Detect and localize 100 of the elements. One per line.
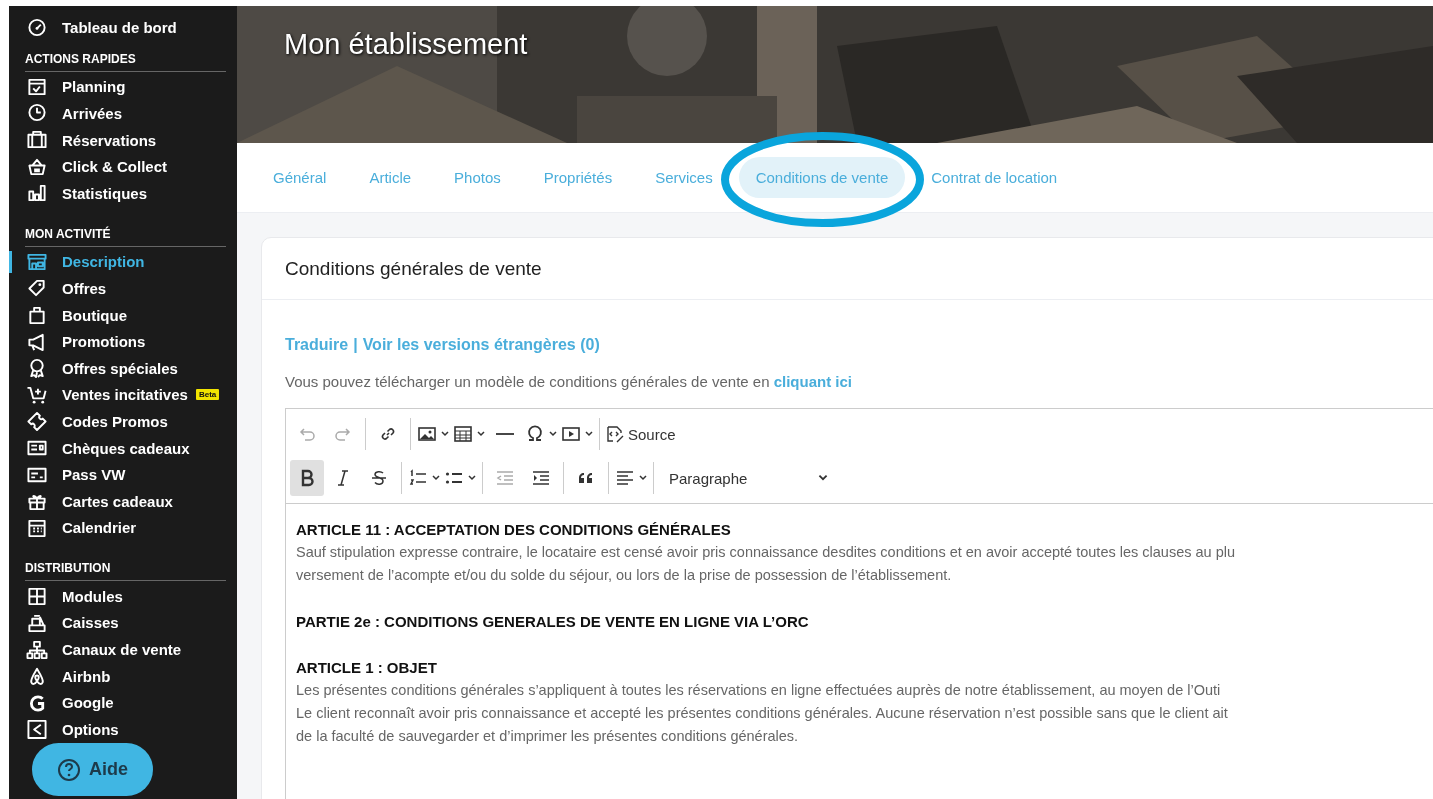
sidebar-item[interactable]: Description — [9, 248, 237, 276]
horizontal-line-icon — [496, 433, 514, 435]
item-label: Offres — [62, 279, 107, 297]
beta-badge: Beta — [195, 389, 220, 401]
source-icon — [605, 424, 625, 444]
image-icon — [416, 424, 437, 444]
item-label: Offres spéciales — [62, 359, 178, 377]
card-title: Conditions générales de vente — [285, 257, 542, 280]
section-heading: MON ACTIVITÉ — [25, 226, 226, 247]
article-heading: ARTICLE 1 : OBJET — [296, 658, 438, 678]
paragraph-line: de la faculté de sauvegarder et d’imprimer les présentes conditions générales. — [296, 727, 800, 746]
heading-dropdown[interactable]: Paragraphe — [659, 460, 840, 496]
section-heading: DISTRIBUTION — [25, 561, 226, 582]
section-heading: ACTIONS RAPIDES — [25, 51, 226, 72]
item-label: Réservations — [62, 131, 157, 149]
help-button[interactable]: Aide — [32, 743, 153, 796]
paragraph-line: Les présentes conditions générales s’appliquent à toutes les réservations en ligne effectuées auprès de notre établissement, au moyen de l’Outi — [296, 681, 1222, 700]
intro-text: Vous pouvez télécharger un modèle de conditions générales de vente en cliquant ici — [285, 373, 854, 390]
caret-icon — [466, 473, 477, 483]
caret-icon — [583, 429, 594, 439]
calendar-icon — [26, 517, 48, 538]
sidebar-item[interactable]: Canaux de vente — [9, 636, 237, 663]
sidebar-item[interactable]: Chèques cadeaux — [9, 434, 237, 462]
sidebar-item[interactable]: Modules — [9, 583, 237, 610]
item-label: Ventes incitatives — [62, 386, 188, 404]
item-label: Modules — [62, 587, 123, 605]
item-label: Airbnb — [62, 667, 111, 685]
sidebar-item[interactable]: Pass VW — [9, 461, 237, 488]
sidebar-item[interactable]: Réservations — [9, 126, 237, 154]
sidebar-item[interactable]: Statistiques — [9, 179, 237, 207]
suitcase-icon — [26, 130, 48, 151]
sidebar-item[interactable]: Click & Collect — [9, 153, 237, 180]
item-label: Planning — [62, 78, 126, 96]
share-icon — [26, 719, 48, 740]
tag-icon — [26, 278, 48, 299]
outdent-icon — [495, 468, 515, 488]
sidebar-item[interactable]: Arrivées — [9, 100, 237, 127]
item-label: Tableau de bord — [62, 18, 177, 36]
basket-icon — [26, 156, 48, 177]
paragraph-line: versement de l’acompte et/ou du solde du séjour, ou lors de la prise de possession de l’établissement. — [296, 566, 953, 585]
link-separator: | — [353, 336, 358, 354]
indent-icon — [531, 468, 551, 488]
clock-icon — [26, 103, 48, 124]
strikethrough-icon — [369, 468, 389, 488]
item-label: Promotions — [62, 333, 146, 351]
sidebar-item[interactable]: Promotions — [9, 328, 237, 355]
article-heading: ARTICLE 11 : ACCEPTATION DES CONDITIONS GÉNÉRALES — [296, 520, 732, 540]
item-label: Arrivées — [62, 105, 123, 122]
media-icon — [560, 424, 581, 444]
sidebar-item[interactable]: Offres spéciales — [9, 354, 237, 382]
item-label: Codes Promos — [62, 412, 168, 430]
numbered-list-icon — [407, 468, 428, 488]
gift-card-icon — [26, 438, 48, 458]
caret-icon — [637, 473, 648, 483]
page-title: Mon établissement — [284, 28, 528, 61]
sidebar-item[interactable]: Offres — [9, 275, 237, 302]
item-label: Pass VW — [62, 466, 126, 484]
paragraph-line: Le client reconnaît avoir pris connaissance et accepté les présentes conditions générales. Aucune réservation n’est possible sans que le client ait — [296, 704, 1229, 723]
caret-icon — [439, 429, 450, 439]
sidebar-item[interactable]: Options — [9, 716, 237, 743]
sidebar-item[interactable]: Google — [9, 689, 237, 717]
align-icon — [614, 468, 635, 488]
grid-icon — [26, 586, 48, 607]
table-icon — [452, 424, 473, 444]
item-label: Calendrier — [62, 519, 137, 537]
item-label: Chèques cadeaux — [62, 439, 190, 457]
cash-register-icon — [26, 613, 48, 633]
item-label: Options — [62, 720, 119, 738]
item-label: Statistiques — [62, 184, 148, 202]
gauge-icon — [26, 17, 48, 38]
sidebar-item[interactable]: Planning — [9, 73, 237, 101]
cart-plus-icon — [26, 384, 48, 405]
item-label: Boutique — [62, 306, 127, 324]
storefront-icon — [26, 251, 48, 272]
caret-icon — [547, 429, 558, 439]
caret-icon — [430, 473, 441, 483]
sidebar-item[interactable]: Tableau de bord — [9, 14, 237, 41]
sidebar-item[interactable]: Ventes incitatives Beta — [9, 381, 237, 409]
network-icon — [26, 639, 48, 660]
sidebar-item[interactable]: Boutique — [9, 301, 237, 329]
item-label: Canaux de vente — [62, 641, 182, 659]
item-label: Click & Collect — [62, 158, 168, 176]
article-heading: PARTIE 2e : CONDITIONS GENERALES DE VENTE EN LIGNE VIA L’ORC — [296, 612, 810, 632]
sidebar-item[interactable]: Airbnb — [9, 662, 237, 690]
sidebar-item[interactable]: Cartes cadeaux — [9, 487, 237, 515]
shopping-bag-icon — [26, 305, 48, 326]
item-label: Caisses — [62, 614, 119, 632]
item-label: Cartes cadeaux — [62, 492, 173, 510]
sidebar-item[interactable]: Caisses — [9, 609, 237, 637]
calendar-check-icon — [26, 76, 48, 97]
item-label: Google — [62, 694, 114, 712]
ticket-icon — [26, 411, 48, 432]
item-label: Description — [62, 253, 145, 271]
caret-icon — [475, 429, 486, 439]
sidebar-item[interactable]: Codes Promos — [9, 408, 237, 435]
bold-button[interactable] — [290, 460, 324, 496]
help-icon — [57, 757, 81, 782]
bar-chart-icon — [26, 183, 48, 204]
source-button[interactable]: Source — [605, 416, 676, 452]
sidebar-item[interactable]: Calendrier — [9, 514, 237, 542]
